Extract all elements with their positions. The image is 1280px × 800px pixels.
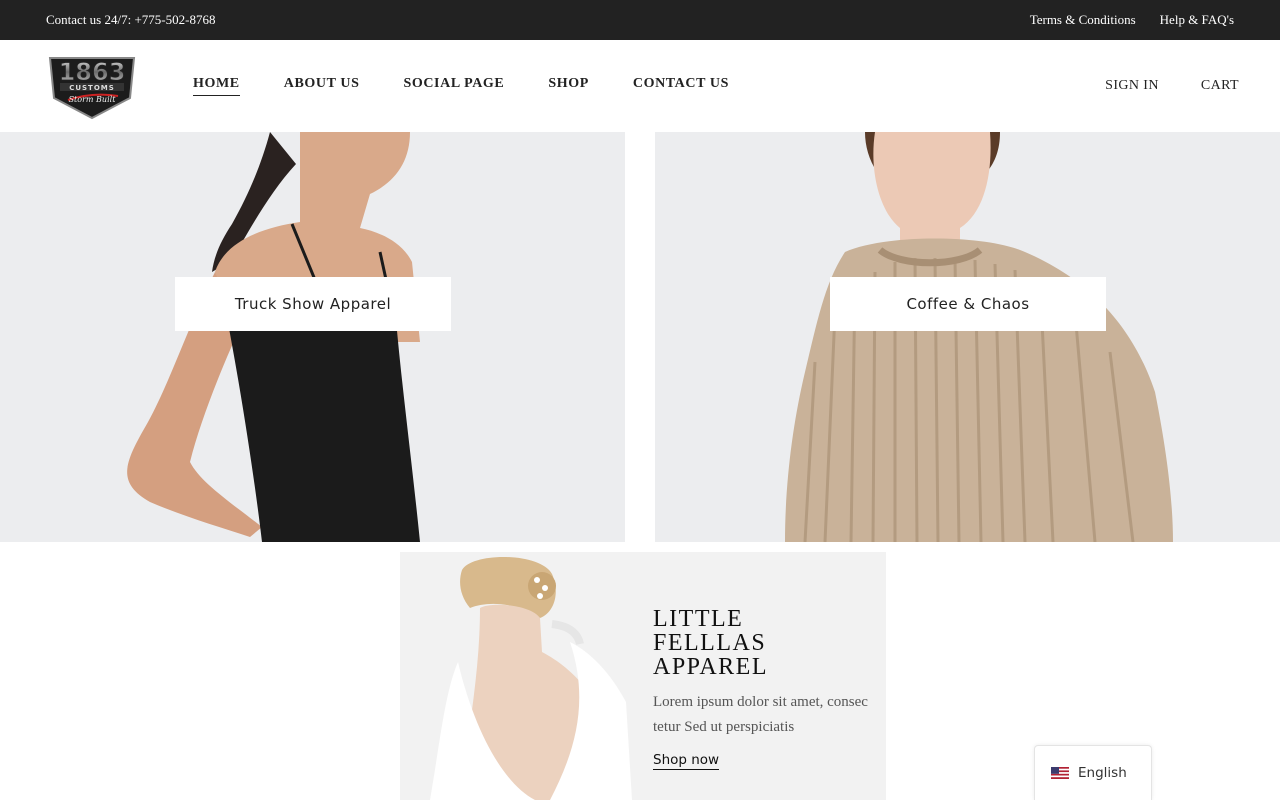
terms-link[interactable]: Terms & Conditions [1030,12,1136,28]
nav-contact-us[interactable]: CONTACT US [633,76,729,96]
us-flag-icon [1051,767,1069,779]
language-label: English [1078,765,1127,781]
promo-little-fellas: LITTLE FELLLAS APPAREL Lorem ipsum dolor… [400,552,886,800]
model-black-top-image [0,132,625,542]
site-header: 1863 CUSTOMS Storm Built HOME ABOUT US S… [0,40,1280,132]
svg-text:Storm Built: Storm Built [69,95,117,104]
cart-link[interactable]: CART [1201,78,1239,94]
top-bar: Contact us 24/7: +775-502-8768 Terms & C… [0,0,1280,40]
language-selector[interactable]: English [1034,745,1152,800]
nav-social-page[interactable]: SOCIAL PAGE [403,76,504,96]
sign-in-link[interactable]: SIGN IN [1105,78,1159,94]
main-nav: HOME ABOUT US SOCIAL PAGE SHOP CONTACT U… [193,76,773,96]
nav-home[interactable]: HOME [193,76,240,96]
logo-emblem-icon: 1863 CUSTOMS Storm Built [48,57,136,120]
nav-about-us[interactable]: ABOUT US [284,76,360,96]
category-label-coffee-chaos[interactable]: Coffee & Chaos [830,277,1106,331]
model-knit-sweater-image [655,132,1280,542]
contact-phone: Contact us 24/7: +775-502-8768 [46,12,216,27]
promo-description: Lorem ipsum dolor sit amet, consec tetur… [653,694,868,735]
category-panel-coffee-chaos[interactable]: Coffee & Chaos [655,132,1280,542]
nav-shop[interactable]: SHOP [548,76,589,96]
svg-text:1863: 1863 [59,58,126,86]
promo-title: LITTLE FELLLAS APPAREL [653,606,768,680]
svg-text:CUSTOMS: CUSTOMS [69,84,115,92]
help-faq-link[interactable]: Help & FAQ's [1160,12,1234,28]
brand-logo[interactable]: 1863 CUSTOMS Storm Built [46,50,138,120]
shop-now-link[interactable]: Shop now [653,752,720,770]
category-panel-truck-show[interactable]: Truck Show Apparel [0,132,625,542]
top-links: Terms & Conditions Help & FAQ's [1030,12,1234,28]
account-links: SIGN IN CART [1105,78,1239,94]
category-label-truck-show[interactable]: Truck Show Apparel [175,277,451,331]
